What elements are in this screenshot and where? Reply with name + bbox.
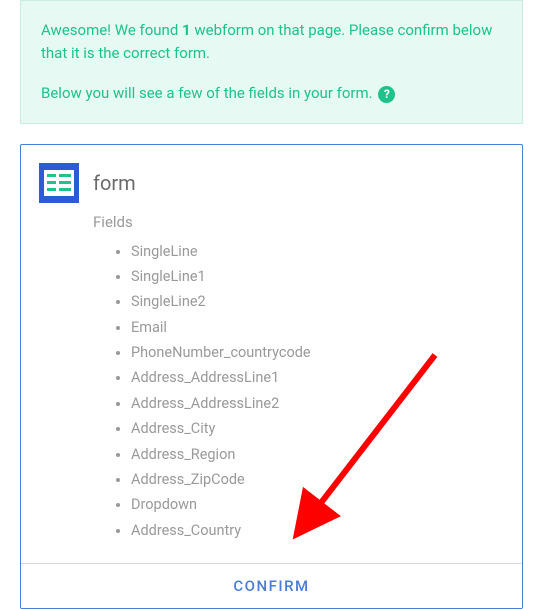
alert-line1-prefix: Awesome! We found xyxy=(41,21,182,39)
list-item: SingleLine xyxy=(131,239,504,264)
confirm-button[interactable]: CONFIRM xyxy=(21,563,522,608)
list-item: Address_ZipCode xyxy=(131,467,504,492)
list-item: Address_AddressLine1 xyxy=(131,365,504,390)
list-item: SingleLine1 xyxy=(131,264,504,289)
list-item: Address_AddressLine2 xyxy=(131,391,504,416)
alert-line1: Awesome! We found 1 webform on that page… xyxy=(41,19,502,64)
list-item: PhoneNumber_countrycode xyxy=(131,340,504,365)
list-item: Dropdown xyxy=(131,492,504,517)
alert-line2-wrap: Below you will see a few of the fields i… xyxy=(41,82,502,105)
fields-section: Fields SingleLine SingleLine1 SingleLine… xyxy=(39,213,504,544)
form-header: form xyxy=(39,163,504,203)
list-item: Email xyxy=(131,315,504,340)
alert-count: 1 xyxy=(182,21,191,39)
list-item: Address_Region xyxy=(131,442,504,467)
alert-success: Awesome! We found 1 webform on that page… xyxy=(20,0,523,124)
help-icon[interactable]: ? xyxy=(378,86,395,103)
form-card: form Fields SingleLine SingleLine1 Singl… xyxy=(20,144,523,609)
fields-label: Fields xyxy=(93,213,504,231)
alert-line2: Below you will see a few of the fields i… xyxy=(41,84,376,102)
form-title: form xyxy=(93,171,136,195)
list-item: Address_City xyxy=(131,416,504,441)
form-icon xyxy=(39,163,79,203)
form-card-body: form Fields SingleLine SingleLine1 Singl… xyxy=(21,145,522,564)
list-item: SingleLine2 xyxy=(131,289,504,314)
list-item: Address_Country xyxy=(131,518,504,543)
fields-list: SingleLine SingleLine1 SingleLine2 Email… xyxy=(93,239,504,544)
